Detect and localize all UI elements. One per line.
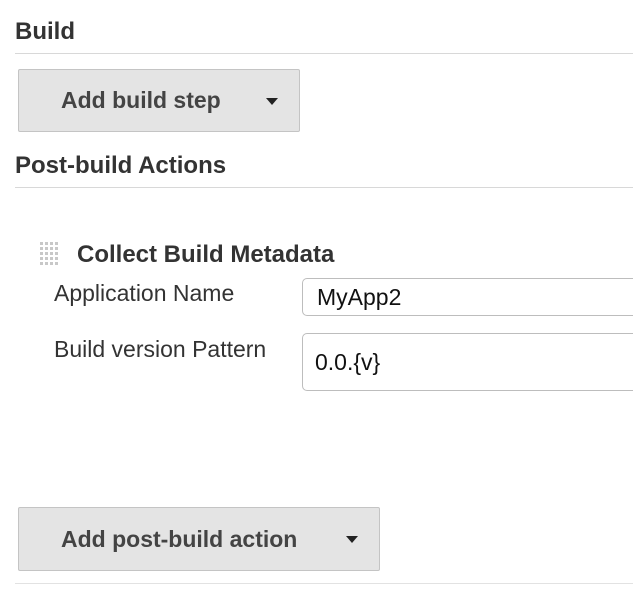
- add-build-step-label: Add build step: [61, 87, 221, 113]
- drag-handle-icon[interactable]: [40, 242, 62, 266]
- add-post-build-action-button[interactable]: Add post-build action: [18, 507, 380, 571]
- add-build-step-button[interactable]: Add build step: [18, 69, 300, 132]
- application-name-input[interactable]: [302, 278, 633, 316]
- post-build-section-title: Post-build Actions: [15, 152, 227, 179]
- build-section-divider: [15, 53, 633, 54]
- chevron-down-icon: [346, 536, 358, 543]
- application-name-label: Application Name: [54, 280, 235, 306]
- section-bottom-divider: [15, 583, 633, 584]
- build-version-pattern-label: Build version Pattern: [54, 336, 267, 362]
- post-build-section-divider: [15, 187, 633, 188]
- chevron-down-icon: [266, 98, 278, 105]
- build-section-title: Build: [15, 18, 75, 45]
- add-post-build-action-label: Add post-build action: [61, 525, 298, 552]
- collect-build-metadata-title: Collect Build Metadata: [77, 241, 335, 268]
- build-version-pattern-input[interactable]: [302, 333, 633, 391]
